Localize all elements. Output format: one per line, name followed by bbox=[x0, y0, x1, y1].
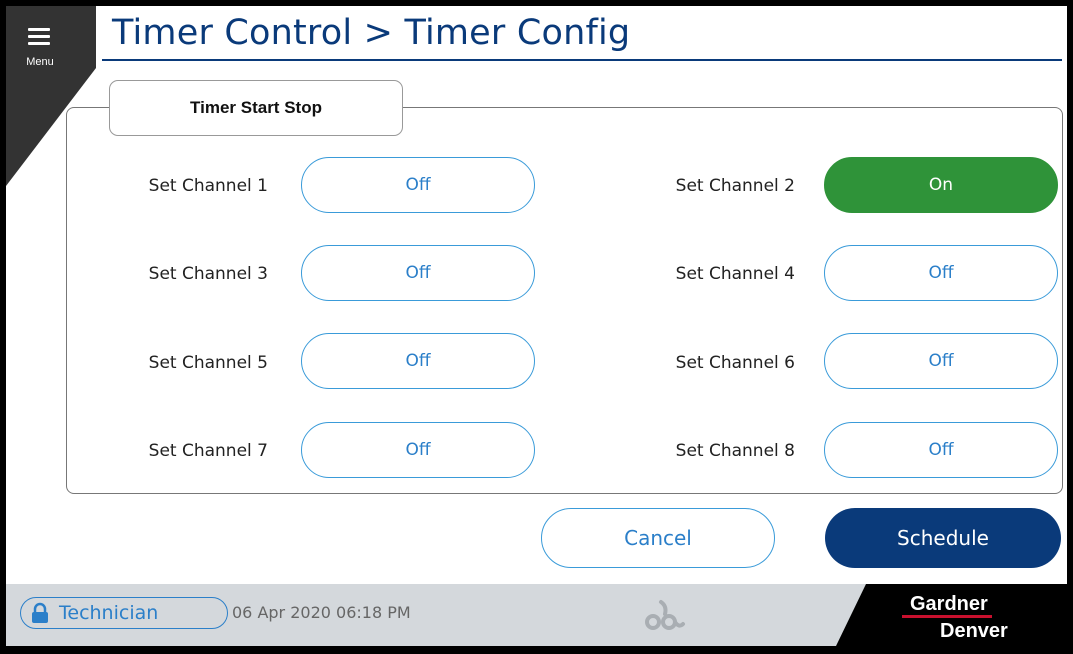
hamburger-icon-bar bbox=[28, 42, 50, 45]
hamburger-icon bbox=[28, 28, 50, 31]
channel-2-toggle[interactable]: On bbox=[824, 157, 1058, 213]
screen: Menu Timer Control > Timer Config Timer … bbox=[6, 6, 1067, 646]
channel-3-toggle[interactable]: Off bbox=[301, 245, 535, 301]
channel-1-label: Set Channel 1 bbox=[148, 176, 268, 196]
channel-4-toggle[interactable]: Off bbox=[824, 245, 1058, 301]
user-login-button[interactable]: Technician bbox=[20, 597, 228, 629]
menu-button[interactable]: Menu bbox=[16, 16, 64, 74]
user-role: Technician bbox=[59, 602, 159, 624]
channel-4-label: Set Channel 4 bbox=[675, 264, 795, 284]
channel-8-toggle[interactable]: Off bbox=[824, 422, 1058, 478]
channel-6-toggle[interactable]: Off bbox=[824, 333, 1058, 389]
gardner-denver-logo: Gardner Denver bbox=[836, 584, 1067, 646]
gardner-denver-mark-icon bbox=[645, 600, 685, 630]
channel-5-label: Set Channel 5 bbox=[148, 353, 268, 373]
channel-8-label: Set Channel 8 bbox=[675, 441, 795, 461]
svg-text:Denver: Denver bbox=[940, 620, 1008, 642]
title-divider bbox=[102, 59, 1062, 61]
date-time: 06 Apr 2020 06:18 PM bbox=[232, 603, 411, 622]
channel-3-label: Set Channel 3 bbox=[148, 264, 268, 284]
schedule-button[interactable]: Schedule bbox=[825, 508, 1061, 568]
channel-2-label: Set Channel 2 bbox=[675, 176, 795, 196]
page-title: Timer Control > Timer Config bbox=[112, 13, 631, 53]
cancel-button[interactable]: Cancel bbox=[541, 508, 775, 568]
panel-tab: Timer Start Stop bbox=[109, 80, 403, 136]
svg-text:Gardner: Gardner bbox=[910, 593, 988, 615]
channel-7-toggle[interactable]: Off bbox=[301, 422, 535, 478]
channel-6-label: Set Channel 6 bbox=[675, 353, 795, 373]
status-bar: Technician 06 Apr 2020 06:18 PM Gardner … bbox=[6, 584, 1067, 646]
channel-1-toggle[interactable]: Off bbox=[301, 157, 535, 213]
channel-7-label: Set Channel 7 bbox=[148, 441, 268, 461]
lock-icon bbox=[32, 602, 48, 623]
hamburger-icon-bar bbox=[28, 35, 50, 38]
channel-5-toggle[interactable]: Off bbox=[301, 333, 535, 389]
menu-label: Menu bbox=[26, 56, 54, 68]
